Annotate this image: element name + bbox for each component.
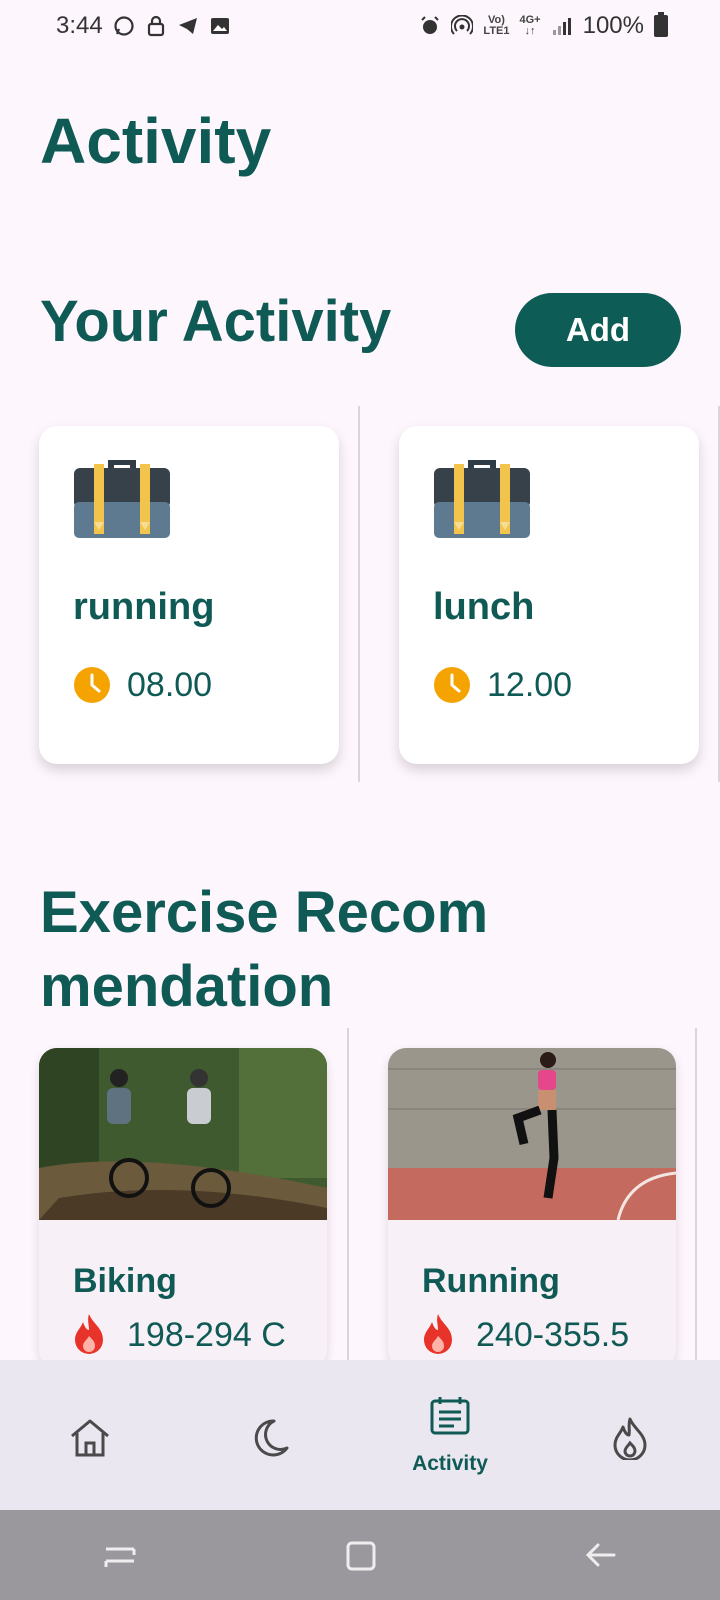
exercise-recommendation-title: Exercise Recom mendation xyxy=(40,880,489,1019)
page-title: Activity xyxy=(40,105,272,177)
biking-photo xyxy=(39,1048,327,1220)
bottom-navigation: Activity xyxy=(0,1360,720,1510)
nav-item-sleep[interactable] xyxy=(180,1360,360,1510)
nav-label-activity: Activity xyxy=(412,1452,488,1475)
home-button-icon[interactable] xyxy=(340,1535,380,1575)
network-type: 4G+ ↓↑ xyxy=(520,15,541,37)
activity-card-time: 08.00 xyxy=(127,666,213,704)
exercise-divider xyxy=(695,1028,697,1360)
activity-card-running[interactable]: running 08.00 xyxy=(39,426,339,764)
system-navigation-bar xyxy=(0,1510,720,1600)
alarm-icon xyxy=(421,16,440,34)
clock-icon xyxy=(74,667,110,703)
running-photo xyxy=(388,1048,676,1220)
telegram-icon xyxy=(178,18,197,34)
moon-icon xyxy=(254,1419,289,1457)
briefcase-icon xyxy=(434,460,530,538)
activity-icon xyxy=(430,1397,470,1435)
data-arrows-icon: ↓↑ xyxy=(524,25,536,37)
exercise-card-name: Biking xyxy=(73,1262,177,1300)
exercise-card-running[interactable]: Running 240-355.5 xyxy=(388,1048,676,1368)
battery-icon xyxy=(654,12,668,37)
exercise-card-calories: 198-294 C xyxy=(127,1316,286,1354)
status-bar-right: Vo) LTE1 4G+ ↓↑ 100% xyxy=(419,12,668,40)
hotspot-icon xyxy=(451,15,474,35)
exercise-card-calories: 240-355.5 xyxy=(476,1316,630,1354)
volte-bottom-label: LTE1 xyxy=(483,25,510,37)
fire-icon xyxy=(75,1314,103,1354)
recent-apps-icon[interactable] xyxy=(100,1535,140,1575)
activity-divider xyxy=(358,406,360,782)
back-icon[interactable] xyxy=(580,1535,620,1575)
whatsapp-icon xyxy=(114,16,134,36)
exercise-card-biking[interactable]: Biking 198-294 C xyxy=(39,1048,327,1368)
exercise-divider xyxy=(347,1028,349,1360)
your-activity-title: Your Activity xyxy=(40,289,392,354)
lock-icon xyxy=(147,15,164,37)
status-time: 3:44 xyxy=(56,12,103,39)
fire-icon xyxy=(424,1314,452,1354)
add-button[interactable]: Add xyxy=(515,293,681,367)
nav-item-activity[interactable]: Activity xyxy=(360,1360,540,1510)
activity-card-label: running xyxy=(73,586,215,628)
nav-item-home[interactable] xyxy=(0,1360,180,1510)
briefcase-icon xyxy=(74,460,170,538)
gallery-icon xyxy=(210,18,229,34)
home-icon xyxy=(71,1419,109,1457)
signal-icon xyxy=(552,18,571,35)
status-bar-left: 3:44 xyxy=(56,12,231,40)
activity-card-lunch[interactable]: lunch 12.00 xyxy=(399,426,699,764)
activity-card-label: lunch xyxy=(433,586,535,628)
battery-percent: 100% xyxy=(582,12,644,39)
exercise-card-name: Running xyxy=(422,1262,560,1300)
nav-item-calories[interactable] xyxy=(540,1360,720,1510)
volte-indicator: Vo) LTE1 xyxy=(483,15,509,37)
clock-icon xyxy=(434,667,470,703)
status-bar: 3:44 Vo) LTE1 4G+ ↓↑ 100% xyxy=(0,0,720,52)
activity-card-time: 12.00 xyxy=(487,666,573,704)
flame-outline-icon xyxy=(613,1417,647,1460)
